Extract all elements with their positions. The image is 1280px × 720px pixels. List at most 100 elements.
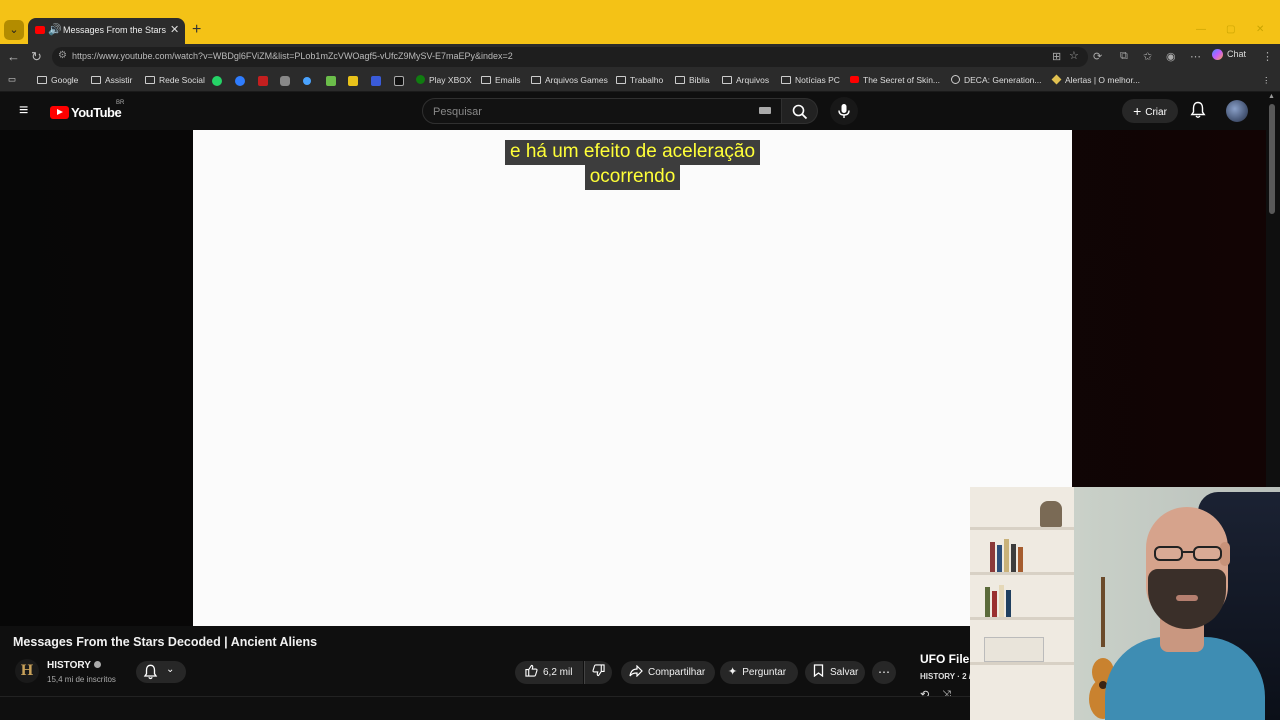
favorites-icon[interactable]: ✩ [1143, 50, 1152, 63]
subscribed-bell-button[interactable]: ⌄ [136, 661, 186, 683]
bookmark-star-icon[interactable]: ☆ [1069, 49, 1079, 62]
bookmark-folder-google[interactable]: Google [37, 75, 78, 85]
search-button[interactable] [782, 98, 818, 124]
address-bar[interactable]: ⚙ https://www.youtube.com/watch?v=WBDgl6… [52, 47, 1088, 67]
voice-search-button[interactable] [830, 97, 858, 125]
browser-toolbar: ← ↻ ⚙ https://www.youtube.com/watch?v=WB… [0, 44, 1280, 70]
subscriber-count: 15,4 mi de inscritos [47, 675, 116, 684]
bookmark-icon-blue[interactable] [235, 76, 245, 86]
bookmark-folder-noticias-pc[interactable]: Notícias PC [781, 75, 840, 85]
bookmark-icon-indigo[interactable] [371, 76, 381, 86]
url-text: https://www.youtube.com/watch?v=WBDgl6FV… [72, 51, 513, 61]
install-app-icon[interactable]: ⊞ [1052, 50, 1061, 63]
book [1018, 547, 1023, 572]
profile-icon[interactable]: ◉ [1166, 50, 1176, 63]
reload-icon[interactable]: ↻ [31, 49, 42, 65]
shelf-figurine [1040, 501, 1062, 527]
user-avatar[interactable] [1226, 100, 1248, 122]
youtube-logo[interactable]: YouTube [50, 104, 122, 122]
new-tab-plus-icon[interactable]: + [192, 21, 201, 39]
tab-search-chevron-icon[interactable]: ⌄ [4, 20, 24, 40]
notifications-button[interactable] [1189, 101, 1207, 121]
share-button[interactable]: Compartilhar [621, 661, 715, 684]
bookmark-folder-rede-social[interactable]: Rede Social [145, 75, 205, 85]
caption-line-1: e há um efeito de aceleração [504, 140, 761, 165]
bookmarks-menu-icon[interactable]: ▭ [8, 74, 16, 85]
book [990, 542, 995, 572]
webcam-overlay [970, 487, 1280, 720]
like-button[interactable]: 6,2 mil [515, 661, 583, 684]
bookmark-folder-assistir[interactable]: Assistir [91, 75, 132, 85]
bell-icon [143, 664, 158, 680]
search-input[interactable] [433, 104, 733, 120]
playlist-next-title[interactable]: UFO Files [920, 652, 970, 666]
chat-label: Chat [1227, 49, 1247, 59]
bookmark-alertas[interactable]: Alertas | O melhor... [1051, 74, 1140, 85]
folder-icon [91, 76, 101, 84]
shelf-box [984, 637, 1044, 662]
browser-tab-active[interactable]: 🔊 Messages From the Stars Decoded ✕ [28, 18, 185, 44]
bookmark-folder-biblia[interactable]: Biblia [675, 75, 710, 85]
bookmarks-overflow-icon[interactable]: ⋮ [1262, 75, 1271, 86]
bookmark-label: DECA: Generation... [964, 75, 1042, 85]
folder-icon [37, 76, 47, 84]
bookmark-the-secret-of-skin[interactable]: The Secret of Skin... [850, 75, 940, 85]
browser-menu-icon[interactable]: ⋯ [1190, 50, 1201, 63]
tab-close-icon[interactable]: ✕ [170, 23, 179, 36]
youtube-bookmark-icon [850, 76, 859, 83]
youtube-play-logo-icon [50, 106, 69, 120]
microphone-icon [838, 104, 850, 118]
plus-icon: + [1133, 103, 1142, 119]
bookmark-icon-star[interactable] [303, 77, 311, 85]
chevron-down-icon: ⌄ [166, 664, 175, 675]
scroll-up-arrow-icon[interactable]: ▲ [1268, 93, 1275, 100]
keyboard-icon[interactable] [759, 107, 771, 114]
bookmark-deca-generation[interactable]: DECA: Generation... [951, 75, 1041, 85]
shelf-board [970, 572, 1074, 575]
bookmark-icon-green[interactable] [326, 76, 336, 86]
bookmark-icon-yellow[interactable] [348, 76, 358, 86]
bookmark-play-xbox[interactable]: Play XBOX [416, 75, 472, 85]
more-actions-button[interactable]: ⋯ [872, 661, 896, 684]
bookmark-label: Alertas | O melhor... [1065, 75, 1140, 85]
bookmark-label: Notícias PC [795, 75, 840, 85]
book [999, 585, 1004, 617]
bookmark-icon-dark[interactable] [394, 76, 404, 86]
ask-button[interactable]: ✦ Perguntar [720, 661, 798, 684]
bookmark-folder-arquivos-games[interactable]: Arquivos Games [531, 75, 608, 85]
save-button[interactable]: Salvar [805, 661, 865, 684]
eyeglasses [1154, 546, 1222, 561]
dislike-button[interactable] [584, 661, 612, 684]
bookmark-folder-emails[interactable]: Emails [481, 75, 521, 85]
window-close-icon[interactable]: ✕ [1256, 24, 1264, 35]
video-player[interactable]: e há um efeito de aceleração ocorrendo [193, 130, 1072, 626]
whatsapp-bookmark-icon[interactable] [212, 76, 222, 86]
hamburger-menu-icon[interactable]: ≡ [19, 102, 28, 120]
copilot-chat-button[interactable]: Chat [1212, 49, 1247, 61]
share-arrow-icon [629, 664, 643, 678]
bookmark-folder-arquivos[interactable]: Arquivos [722, 75, 769, 85]
bookmark-label: Biblia [689, 75, 710, 85]
window-maximize-icon[interactable]: ▢ [1226, 24, 1235, 35]
channel-avatar[interactable]: H [15, 659, 39, 683]
channel-name-text: HISTORY [47, 660, 91, 671]
create-button[interactable]: + Criar [1122, 99, 1178, 123]
tab-audio-playing-icon[interactable]: 🔊 [48, 23, 62, 36]
bookmark-folder-trabalho[interactable]: Trabalho [616, 75, 663, 85]
scrollbar-thumb[interactable] [1269, 104, 1275, 214]
bookmark-icon-red[interactable] [258, 76, 268, 86]
book [1006, 590, 1011, 617]
bookmark-icon-gray[interactable] [280, 76, 290, 86]
channel-name[interactable]: HISTORY [47, 660, 101, 671]
extension-icon[interactable]: ⟳ [1093, 50, 1102, 63]
alert-bookmark-icon [1051, 74, 1062, 85]
extensions-puzzle-icon[interactable]: ⧉ [1120, 50, 1128, 63]
window-minimize-icon[interactable]: — [1196, 24, 1206, 35]
video-title: Messages From the Stars Decoded | Ancien… [13, 635, 318, 649]
folder-icon [675, 76, 685, 84]
overflow-icon[interactable]: ⋮ [1262, 50, 1273, 63]
site-info-icon[interactable]: ⚙ [58, 50, 67, 61]
back-arrow-icon[interactable]: ← [7, 49, 20, 64]
person-mouth [1176, 595, 1198, 601]
ask-label: Perguntar [742, 667, 787, 678]
